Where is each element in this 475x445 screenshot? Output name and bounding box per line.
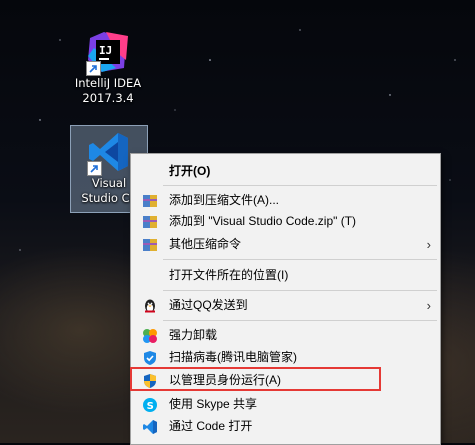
intellij-idea-icon: IJ [86, 30, 130, 76]
archive-icon [142, 237, 158, 253]
menu-item-other-compress-commands[interactable]: 其他压缩命令 › [134, 234, 437, 255]
vscode-icon [142, 419, 158, 435]
menu-separator [163, 185, 437, 186]
svg-text:S: S [147, 401, 154, 412]
desktop-icon-intellij-idea[interactable]: IJ IntelliJ IDEA 2017.3.4 [70, 26, 146, 106]
chevron-right-icon: › [426, 298, 431, 313]
menu-item-label: 其他压缩命令 [169, 237, 242, 251]
archive-icon [142, 193, 158, 209]
shortcut-arrow-icon [87, 161, 102, 176]
menu-item-label: 使用 Skype 共享 [169, 397, 258, 411]
menu-item-label: 通过QQ发送到 [169, 298, 248, 312]
skype-icon: S [142, 397, 158, 413]
menu-item-add-to-archive[interactable]: 添加到压缩文件(A)... [134, 190, 437, 211]
menu-item-open[interactable]: 打开(O) [134, 161, 437, 182]
desktop-icon-label-line1: IntelliJ IDEA [74, 76, 142, 90]
menu-item-label: 强力卸载 [169, 328, 218, 342]
menu-item-label: 添加到 "Visual Studio Code.zip" (T) [169, 214, 357, 228]
menu-separator [163, 320, 437, 321]
menu-separator [163, 259, 437, 260]
svg-text:IJ: IJ [99, 44, 112, 57]
menu-item-force-uninstall[interactable]: 强力卸载 [134, 325, 437, 346]
menu-separator [163, 290, 437, 291]
menu-item-label: 通过 Code 打开 [169, 419, 253, 433]
shortcut-arrow-icon [86, 61, 101, 76]
menu-item-open-with-code[interactable]: 通过 Code 打开 [134, 416, 437, 437]
menu-item-label: 扫描病毒(腾讯电脑管家) [169, 350, 297, 364]
desktop-icon-label-line2: 2017.3.4 [82, 91, 134, 105]
menu-item-share-skype[interactable]: S 使用 Skype 共享 [134, 394, 437, 415]
archive-icon [142, 214, 158, 230]
shield-icon [142, 350, 158, 366]
menu-item-label: 添加到压缩文件(A)... [169, 193, 279, 207]
highlight-box [130, 367, 381, 391]
pinwheel-icon [142, 328, 158, 344]
menu-item-send-via-qq[interactable]: 通过QQ发送到 › [134, 295, 437, 316]
chevron-right-icon: › [426, 237, 431, 252]
menu-item-add-to-zip[interactable]: 添加到 "Visual Studio Code.zip" (T) [134, 211, 437, 232]
context-menu: 打开(O) 添加到压缩文件(A)... 添加到 "Visual Studio C… [130, 153, 441, 445]
vscode-icon [87, 130, 131, 176]
menu-item-label: 打开(O) [169, 164, 211, 178]
menu-item-scan-virus[interactable]: 扫描病毒(腾讯电脑管家) [134, 347, 437, 368]
qq-penguin-icon [142, 298, 158, 314]
menu-item-label: 打开文件所在的位置(I) [169, 268, 289, 282]
menu-item-open-file-location[interactable]: 打开文件所在的位置(I) [134, 265, 437, 286]
